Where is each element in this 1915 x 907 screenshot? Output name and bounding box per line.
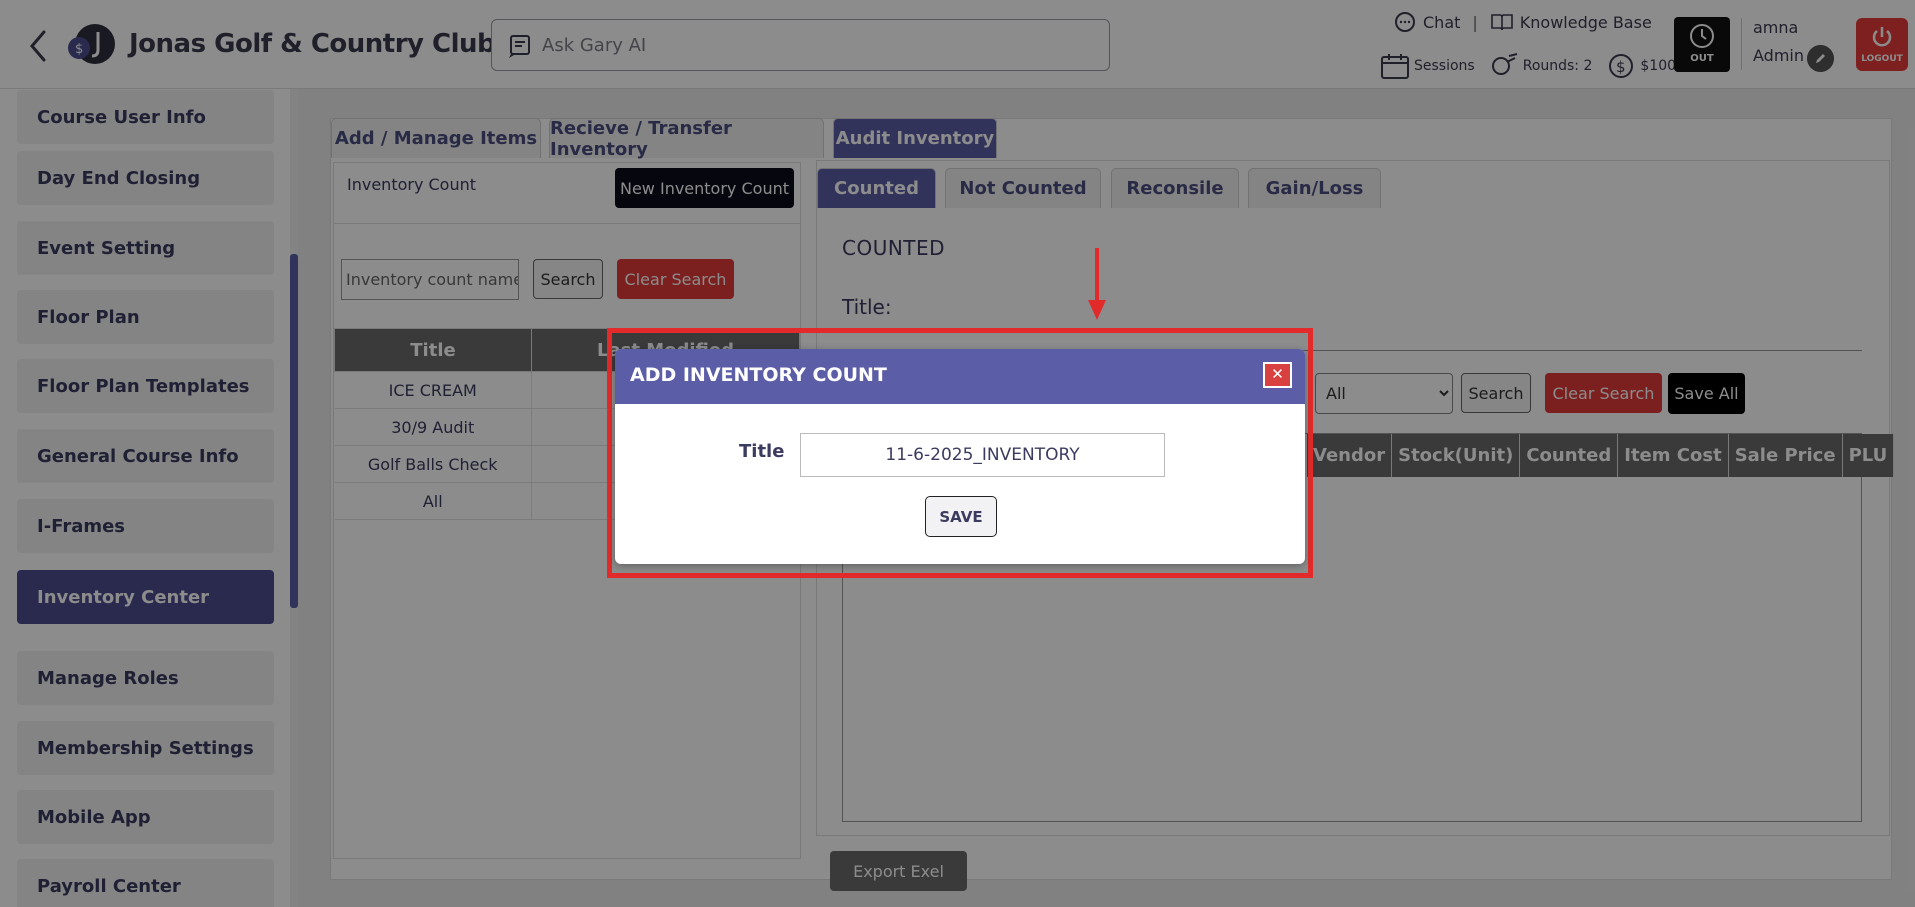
annotation-arrow-icon — [1088, 248, 1106, 320]
add-inventory-count-dialog: ADD INVENTORY COUNT ✕ Title SAVE — [615, 349, 1305, 564]
dialog-title: ADD INVENTORY COUNT — [630, 364, 887, 386]
dialog-title-label: Title — [739, 441, 785, 462]
dialog-header: ADD INVENTORY COUNT ✕ — [615, 349, 1305, 404]
save-button[interactable]: SAVE — [925, 496, 997, 537]
inventory-title-field[interactable] — [800, 433, 1165, 477]
close-icon[interactable]: ✕ — [1263, 362, 1292, 388]
